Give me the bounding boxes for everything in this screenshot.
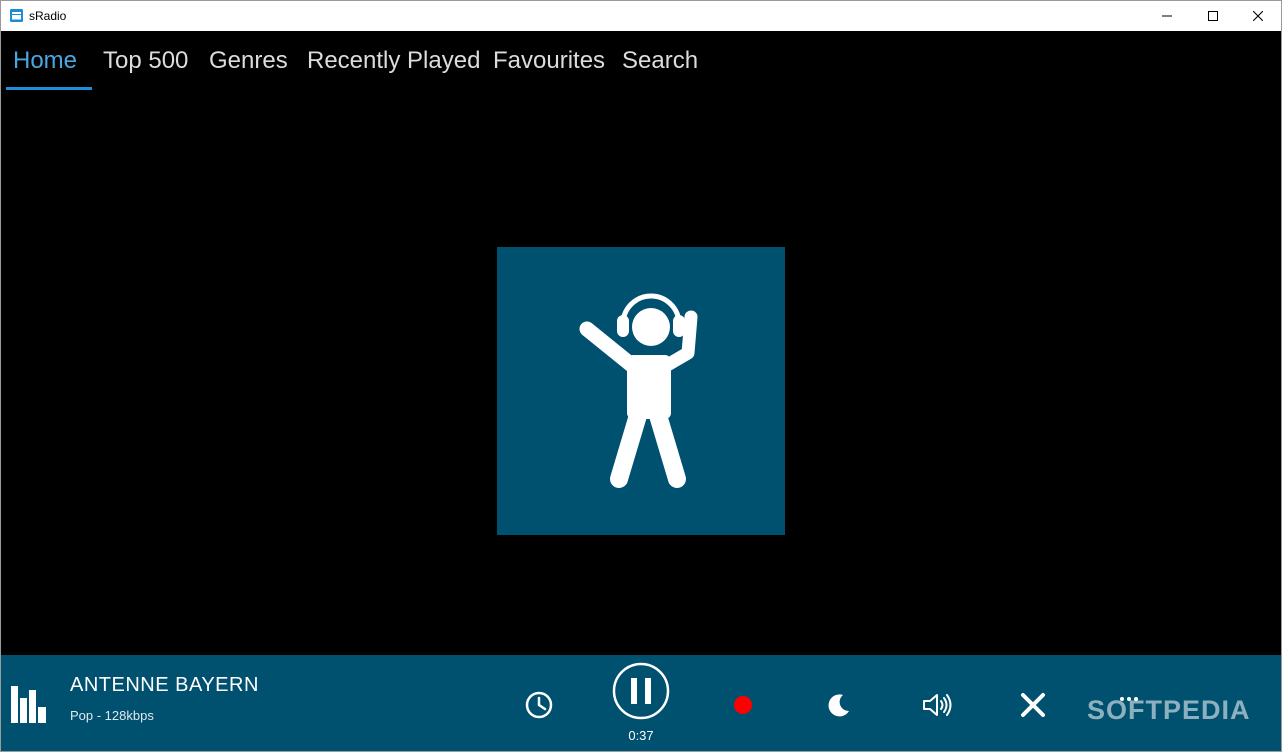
close-window-button[interactable] (1235, 1, 1281, 31)
maximize-button[interactable] (1190, 1, 1236, 31)
title-bar: sRadio (1, 1, 1281, 31)
minimize-icon (1162, 15, 1172, 17)
pause-icon (612, 662, 670, 720)
active-tab-indicator (6, 87, 92, 90)
tab-top-500[interactable]: Top 500 (103, 47, 188, 75)
maximize-icon (1208, 11, 1218, 21)
window-title: sRadio (29, 9, 67, 23)
station-info: Pop - 128kbps (70, 708, 154, 723)
tab-search[interactable]: Search (622, 47, 698, 75)
tab-genres[interactable]: Genres (209, 47, 288, 75)
close-icon (1021, 693, 1045, 717)
history-icon (525, 691, 553, 719)
volume-button[interactable] (915, 685, 959, 725)
volume-icon (923, 694, 952, 716)
sleep-timer-icon (828, 694, 849, 717)
pause-button[interactable] (611, 661, 671, 721)
player-bar: ANTENNE BAYERN Pop - 128kbps 0:37 SOFTPE… (1, 655, 1281, 751)
app-icon (10, 9, 23, 22)
tab-recently-played[interactable]: Recently Played (307, 47, 480, 75)
record-button[interactable] (723, 685, 763, 725)
station-artwork (497, 247, 785, 535)
close-window-icon (1253, 11, 1263, 21)
tab-home[interactable]: Home (13, 47, 77, 75)
minimize-button[interactable] (1144, 1, 1190, 31)
station-name: ANTENNE BAYERN (70, 674, 259, 696)
stop-button[interactable] (1013, 685, 1053, 725)
dancing-person-headphones-icon (579, 293, 698, 488)
tab-favourites[interactable]: Favourites (493, 47, 605, 75)
app-window: sRadio Home Top 500 Genres Recently Play… (0, 0, 1282, 752)
elapsed-time: 0:37 (628, 728, 654, 743)
main-nav: Home Top 500 Genres Recently Played Favo… (1, 31, 1281, 91)
sleep-timer-button[interactable] (819, 685, 859, 725)
softpedia-watermark: SOFTPEDIA (1087, 695, 1251, 725)
history-button[interactable] (519, 685, 559, 725)
equalizer-icon (11, 686, 46, 723)
record-icon (734, 696, 752, 714)
